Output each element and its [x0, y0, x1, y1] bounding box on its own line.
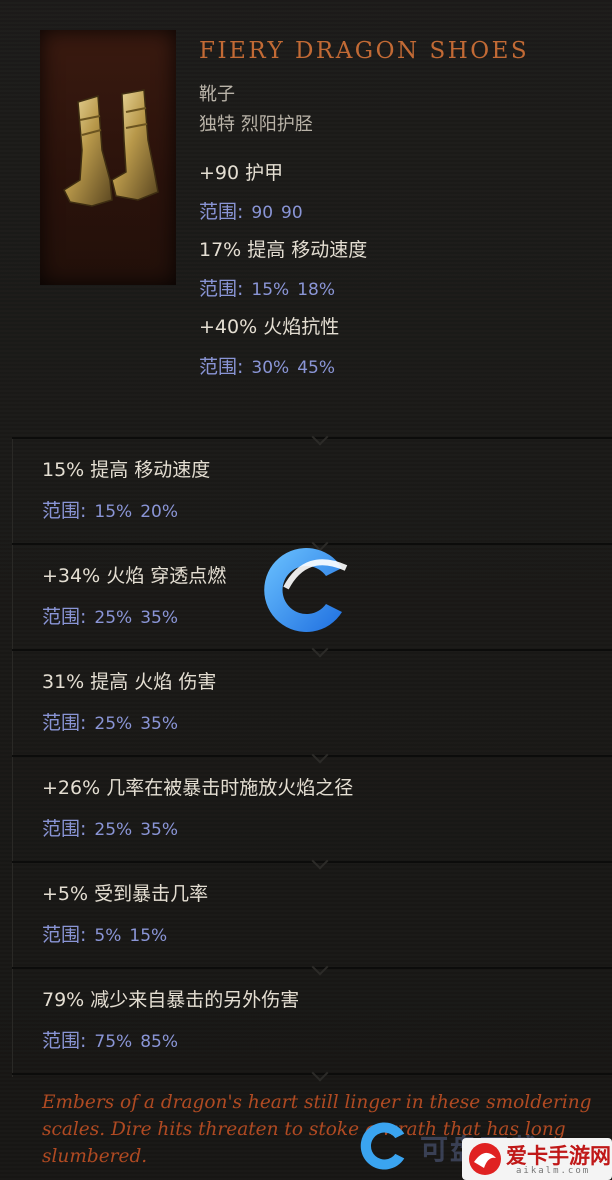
item-tooltip-panel: FIERY DRAGON SHOES 靴子 独特 烈阳护胫 +90 护甲 范围:… — [0, 0, 612, 1180]
affix-stat: 31% 提高 火焰 伤害 — [42, 671, 217, 693]
range-min: 90 — [251, 203, 274, 223]
range-min: 25% — [94, 608, 133, 628]
golden-boots-icon — [63, 89, 159, 207]
affix-stat: +34% 火焰 穿透点燃 — [42, 565, 227, 587]
range-label: 范围: — [42, 500, 87, 522]
affix-range: 范围: 15% 20% — [42, 496, 178, 523]
affix-row: +26% 几率在被暴击时施放火焰之径 范围: 25% 35% — [12, 755, 612, 856]
affix-range: 范围: 75% 85% — [42, 1026, 178, 1053]
range-min: 30% — [251, 358, 290, 378]
range-label: 范围: — [42, 818, 87, 840]
c-logo-icon — [264, 548, 348, 632]
item-name: FIERY DRAGON SHOES — [199, 38, 530, 64]
range-label: 范围: — [42, 712, 87, 734]
affix-stat: 15% 提高 移动速度 — [42, 459, 211, 481]
affix-row: 31% 提高 火焰 伤害 范围: 25% 35% — [12, 649, 612, 750]
site-badge: 爱卡手游网 aikalm.com — [462, 1138, 612, 1180]
item-image — [40, 30, 176, 285]
base-stat-fire-resist: +40% 火焰抗性 — [199, 316, 340, 338]
range-min: 15% — [94, 502, 133, 522]
affix-range: 范围: 25% 35% — [42, 602, 178, 629]
affix-range: 范围: 5% 15% — [42, 920, 167, 947]
item-rarity: 独特 烈阳护胫 — [199, 114, 313, 135]
range-max: 35% — [140, 820, 178, 840]
range-min: 75% — [94, 1032, 133, 1052]
range-label: 范围: — [199, 356, 244, 378]
range-max: 35% — [140, 714, 178, 734]
affix-stat: +5% 受到暴击几率 — [42, 883, 209, 905]
watermark-c-icon — [360, 1122, 405, 1170]
affix-stat: +26% 几率在被暴击时施放火焰之径 — [42, 777, 354, 799]
range-max: 35% — [140, 608, 178, 628]
range-label: 范围: — [199, 201, 244, 223]
range-max: 18% — [297, 280, 335, 300]
range-max: 15% — [129, 926, 168, 946]
range-label: 范围: — [42, 606, 87, 628]
range-max: 45% — [297, 358, 335, 378]
range-min: 15% — [251, 280, 290, 300]
base-stat-range: 范围: 30% 45% — [199, 352, 335, 379]
range-label: 范围: — [42, 1030, 87, 1052]
site-domain: aikalm.com — [516, 1166, 591, 1176]
range-max: 90 — [281, 203, 303, 223]
bird-logo-icon — [469, 1143, 501, 1175]
range-min: 25% — [94, 820, 133, 840]
range-min: 25% — [94, 714, 133, 734]
range-max: 20% — [140, 502, 178, 522]
range-label: 范围: — [199, 278, 244, 300]
range-min: 5% — [94, 926, 122, 946]
base-stat-range: 范围: 15% 18% — [199, 274, 335, 301]
range-label: 范围: — [42, 924, 87, 946]
affix-range: 范围: 25% 35% — [42, 708, 178, 735]
base-stat-armor: +90 护甲 — [199, 162, 284, 184]
range-max: 85% — [140, 1032, 178, 1052]
base-stat-move-speed: 17% 提高 移动速度 — [199, 239, 368, 261]
item-type: 靴子 — [199, 84, 235, 105]
affix-row: +5% 受到暴击几率 范围: 5% 15% — [12, 861, 612, 962]
affix-stat: 79% 减少来自暴击的另外伤害 — [42, 989, 300, 1011]
affix-row: 79% 减少来自暴击的另外伤害 范围: 75% 85% — [12, 967, 612, 1068]
affix-row: 15% 提高 移动速度 范围: 15% 20% — [12, 437, 612, 538]
base-stat-range: 范围: 90 90 — [199, 197, 303, 224]
affix-range: 范围: 25% 35% — [42, 814, 178, 841]
